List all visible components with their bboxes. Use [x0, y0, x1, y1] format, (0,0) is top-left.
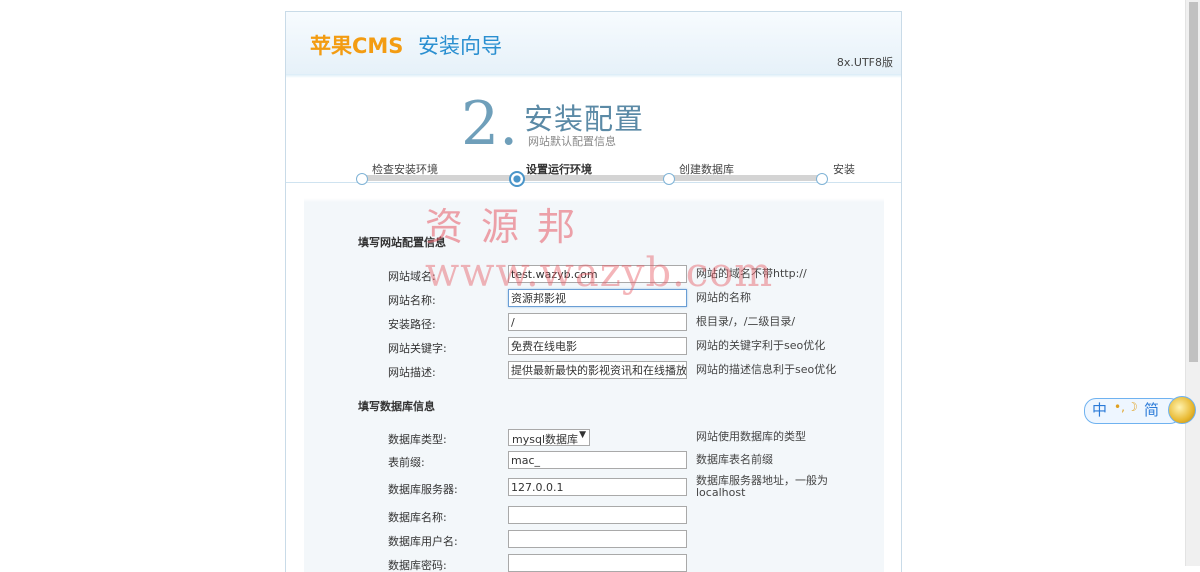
ime-script-toggle[interactable]: 简	[1144, 399, 1159, 420]
progress-node-3	[663, 173, 675, 185]
description-input[interactable]	[508, 361, 687, 379]
watermark-url: www.wazyb.com	[425, 250, 774, 296]
step-title: 安装配置	[524, 102, 645, 136]
wizard-title: 安装向导	[418, 34, 502, 58]
db-section-title: 填写数据库信息	[358, 400, 435, 413]
watermark-text: 资源邦	[425, 205, 594, 249]
field-hint-db-server: 数据库服务器地址，一般为localhost	[696, 474, 828, 499]
table-prefix-input[interactable]	[508, 451, 687, 469]
field-label-table-prefix: 表前缀:	[388, 456, 425, 469]
field-label-db-name: 数据库名称:	[388, 511, 447, 524]
field-hint-table-prefix: 数据库表名前缀	[696, 453, 773, 466]
ime-language-toggle[interactable]: 中	[1092, 399, 1107, 420]
field-label-db-password: 数据库密码:	[388, 559, 447, 572]
field-label-install-path: 安装路径:	[388, 318, 436, 331]
db-name-input[interactable]	[508, 506, 687, 524]
field-hint-description: 网站的描述信息利于seo优化	[696, 363, 837, 376]
db-server-input[interactable]	[508, 478, 687, 496]
scrollbar-thumb[interactable]	[1189, 2, 1198, 362]
chevron-down-icon: ▼	[579, 430, 586, 440]
ime-punctuation-icon[interactable]: •,	[1114, 400, 1125, 414]
field-hint-db-type: 网站使用数据库的类型	[696, 430, 806, 443]
progress-node-1	[356, 173, 368, 185]
field-label-db-type: 数据库类型:	[388, 433, 447, 446]
step-label-install: 安装	[833, 163, 855, 176]
brand-logo: 苹果CMS	[310, 34, 404, 58]
progress-node-2	[509, 171, 525, 187]
step-label-check-env: 检查安装环境	[372, 163, 438, 176]
progress-node-4	[816, 173, 828, 185]
install-path-input[interactable]	[508, 313, 687, 331]
ime-logo-icon[interactable]	[1168, 396, 1196, 424]
db-user-input[interactable]	[508, 530, 687, 548]
field-hint-install-path: 根目录/，/二级目录/	[696, 315, 796, 328]
ime-toolbar[interactable]: 中 •, ☽ 简	[1084, 396, 1196, 424]
header-divider	[286, 74, 901, 78]
field-label-db-user: 数据库用户名:	[388, 535, 458, 548]
step-number: 2.	[461, 89, 519, 159]
field-label-description: 网站描述:	[388, 366, 436, 379]
keywords-input[interactable]	[508, 337, 687, 355]
db-type-select[interactable]: mysql数据库 ▼	[508, 429, 590, 446]
step-subtitle: 网站默认配置信息	[528, 135, 616, 148]
db-type-value: mysql数据库	[512, 433, 578, 446]
field-label-keywords: 网站关键字:	[388, 342, 447, 355]
version-label: 8x.UTF8版	[836, 56, 893, 69]
field-hint-keywords: 网站的关键字利于seo优化	[696, 339, 826, 352]
moon-icon[interactable]: ☽	[1127, 400, 1138, 414]
field-label-db-server: 数据库服务器:	[388, 483, 458, 496]
installer-header: 苹果CMS 安装向导 8x.UTF8版	[286, 12, 901, 75]
step-label-create-db: 创建数据库	[679, 163, 734, 176]
page-scrollbar[interactable]	[1185, 0, 1200, 566]
db-password-input[interactable]	[508, 554, 687, 572]
step-label-set-env: 设置运行环境	[526, 163, 592, 176]
